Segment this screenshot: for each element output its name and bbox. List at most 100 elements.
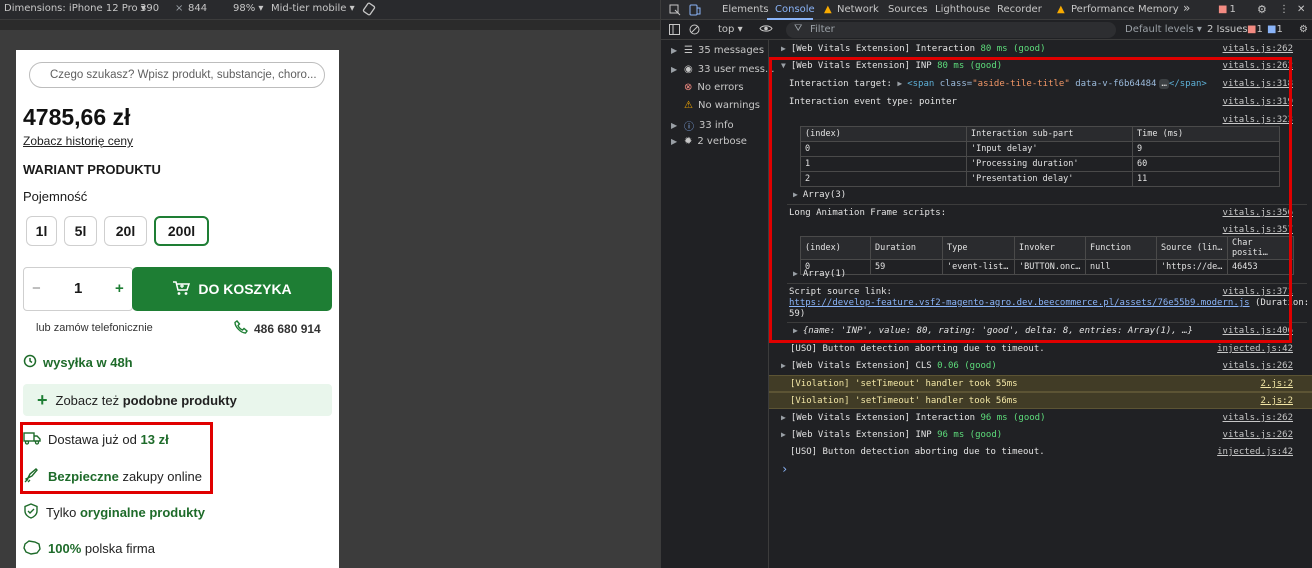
highlight-box bbox=[769, 57, 1292, 343]
warning-icon: ⚠ bbox=[684, 100, 693, 111]
add-to-cart-button[interactable]: DO KOSZYKA bbox=[132, 267, 332, 311]
variant-option-20l[interactable]: 20l bbox=[104, 216, 147, 246]
sidebar-item-warnings[interactable]: ⚠ No warnings bbox=[671, 100, 760, 111]
list-icon: ☰ bbox=[684, 45, 693, 56]
sidebar-item-user-messages[interactable]: ▶ ◉ 33 user mess... bbox=[671, 64, 774, 75]
warning-triangle-icon: ▲ bbox=[824, 4, 832, 15]
device-toggle-icon[interactable] bbox=[689, 4, 701, 19]
sidebar-item-info[interactable]: ▶ ⓘ 33 info bbox=[671, 118, 734, 133]
log-text: [USO] Button detection aborting due to t… bbox=[790, 344, 1045, 354]
tab-memory[interactable]: Memory bbox=[1138, 4, 1179, 15]
log-line[interactable]: ▶ [Web Vitals Extension] Interaction 96 m… bbox=[769, 413, 1312, 423]
source-link[interactable]: vitals.js:262 bbox=[1223, 430, 1293, 440]
source-link[interactable]: vitals.js:262 bbox=[1223, 44, 1293, 54]
capacity-label: Pojemność bbox=[23, 189, 88, 204]
log-text: [Violation] 'setTimeout' handler took 55… bbox=[790, 379, 1018, 389]
inspect-icon[interactable] bbox=[669, 4, 681, 19]
product-price: 4785,66 zł bbox=[23, 104, 131, 130]
times-sign: × bbox=[175, 3, 184, 14]
sidebar-item-messages[interactable]: ▶ ☰ 35 messages bbox=[671, 45, 764, 56]
tab-lighthouse[interactable]: Lighthouse bbox=[935, 4, 990, 15]
log-good: 96 ms (good) bbox=[980, 413, 1046, 423]
device-height-input[interactable]: 844 bbox=[188, 3, 207, 14]
polish-bold: 100% bbox=[48, 541, 82, 556]
filter-placeholder: Filter bbox=[810, 24, 835, 35]
log-line[interactable]: ▶ [Web Vitals Extension] Interaction 80 m… bbox=[769, 44, 1312, 54]
issues-info-count[interactable]: ■1 bbox=[1267, 24, 1283, 35]
tab-elements[interactable]: Elements bbox=[722, 4, 769, 15]
error-badge[interactable]: ■ 1 bbox=[1218, 4, 1236, 15]
log-line: [USO] Button detection aborting due to t… bbox=[769, 344, 1312, 354]
error-icon: ⊗ bbox=[684, 82, 693, 93]
variant-option-200l[interactable]: 200l bbox=[154, 216, 209, 246]
polish-company-feature: 100% polska firma bbox=[23, 539, 155, 558]
phone-icon bbox=[234, 320, 248, 337]
log-good: 0.06 (good) bbox=[937, 361, 997, 371]
phone-number: 486 680 914 bbox=[254, 321, 321, 336]
log-levels-select[interactable]: Default levels ▾ bbox=[1125, 24, 1202, 35]
device-width-input[interactable]: 390 bbox=[140, 3, 159, 14]
eye-icon[interactable] bbox=[759, 23, 773, 37]
poland-map-icon bbox=[23, 539, 41, 558]
qty-minus-button[interactable]: − bbox=[32, 280, 41, 297]
kebab-menu-icon[interactable]: ⋮ bbox=[1279, 4, 1289, 15]
log-line[interactable]: ▶ [Web Vitals Extension] CLS 0.06 (good) v… bbox=[769, 361, 1312, 371]
log-text: [Web Vitals Extension] CLS bbox=[790, 361, 938, 371]
variant-option-1l[interactable]: 1l bbox=[26, 216, 57, 246]
qty-plus-button[interactable]: + bbox=[115, 280, 124, 297]
similar-products-button[interactable]: + Zobacz też podobne produkty bbox=[23, 384, 332, 416]
sidebar-item-errors[interactable]: ⊗ No errors bbox=[671, 82, 744, 93]
source-link[interactable]: 2.js:2 bbox=[1260, 379, 1293, 389]
source-link[interactable]: vitals.js:262 bbox=[1223, 361, 1293, 371]
add-to-cart-label: DO KOSZYKA bbox=[198, 281, 292, 297]
source-link[interactable]: injected.js:42 bbox=[1217, 344, 1293, 354]
log-line[interactable]: ▶ [Web Vitals Extension] INP 96 ms (good)… bbox=[769, 430, 1312, 440]
issues-error-count[interactable]: ■1 bbox=[1247, 24, 1263, 35]
log-good: 96 ms (good) bbox=[937, 430, 1003, 440]
tab-performance[interactable]: Performance bbox=[1071, 4, 1134, 15]
info-icon: ⓘ bbox=[684, 122, 694, 133]
tab-network[interactable]: Network bbox=[837, 4, 879, 15]
sidebar-item-label: No warnings bbox=[697, 100, 760, 111]
devtools-panel: Elements Console ▲ Network Sources Light… bbox=[660, 0, 1312, 568]
log-text: [Web Vitals Extension] Interaction bbox=[790, 44, 981, 54]
rotate-icon[interactable] bbox=[362, 2, 376, 19]
clear-console-icon[interactable] bbox=[689, 24, 700, 38]
throttle-select[interactable]: Mid-tier mobile ▾ bbox=[271, 3, 355, 14]
zoom-select[interactable]: 98% ▾ bbox=[233, 3, 263, 14]
tab-sources[interactable]: Sources bbox=[888, 4, 928, 15]
sidebar-item-verbose[interactable]: ▶ ✹ 2 verbose bbox=[671, 136, 747, 147]
log-text: [Violation] 'setTimeout' handler took 56… bbox=[790, 396, 1018, 406]
variant-option-5l[interactable]: 5l bbox=[64, 216, 97, 246]
sidebar-item-label: 35 messages bbox=[697, 45, 765, 56]
tab-console[interactable]: Console bbox=[775, 4, 815, 15]
console-prompt[interactable]: › bbox=[769, 462, 1312, 476]
tab-recorder[interactable]: Recorder bbox=[997, 4, 1042, 15]
plus-icon: + bbox=[37, 389, 48, 410]
source-link[interactable]: 2.js:2 bbox=[1260, 396, 1293, 406]
search-input[interactable]: Czego szukasz? Wpisz produkt, substancje… bbox=[29, 62, 325, 88]
device-dimensions-select[interactable]: Dimensions: iPhone 12 Pro ▾ bbox=[4, 3, 146, 14]
cart-icon bbox=[172, 280, 191, 299]
source-link[interactable]: vitals.js:262 bbox=[1223, 413, 1293, 423]
phone-number-link[interactable]: 486 680 914 bbox=[234, 320, 321, 337]
mobile-page: Czego szukasz? Wpisz produkt, substancje… bbox=[16, 50, 339, 568]
settings-gear-icon[interactable]: ⚙ bbox=[1257, 3, 1267, 16]
media-query-ruler bbox=[0, 20, 660, 30]
context-select[interactable]: top ▾ bbox=[718, 24, 743, 35]
user-icon: ◉ bbox=[684, 64, 693, 75]
log-line: [USO] Button detection aborting due to t… bbox=[769, 447, 1312, 457]
original-prefix: Tylko bbox=[46, 505, 77, 520]
console-settings-icon[interactable]: ⚙ bbox=[1299, 24, 1308, 35]
price-history-link[interactable]: Zobacz historię ceny bbox=[23, 134, 133, 148]
sidebar-toggle-icon[interactable] bbox=[669, 24, 680, 38]
more-tabs-button[interactable]: » bbox=[1183, 1, 1190, 15]
qty-value[interactable]: 1 bbox=[74, 280, 82, 297]
issues-count[interactable]: 2 Issues: bbox=[1207, 24, 1251, 35]
filter-input[interactable]: ⛛ Filter bbox=[786, 22, 1116, 38]
close-icon[interactable]: ✕ bbox=[1297, 4, 1305, 15]
sidebar-item-label: 33 info bbox=[699, 120, 734, 131]
violation-line: [Violation] 'setTimeout' handler took 56… bbox=[769, 392, 1312, 409]
truck-speed-icon bbox=[23, 354, 38, 371]
source-link[interactable]: injected.js:42 bbox=[1217, 447, 1293, 457]
